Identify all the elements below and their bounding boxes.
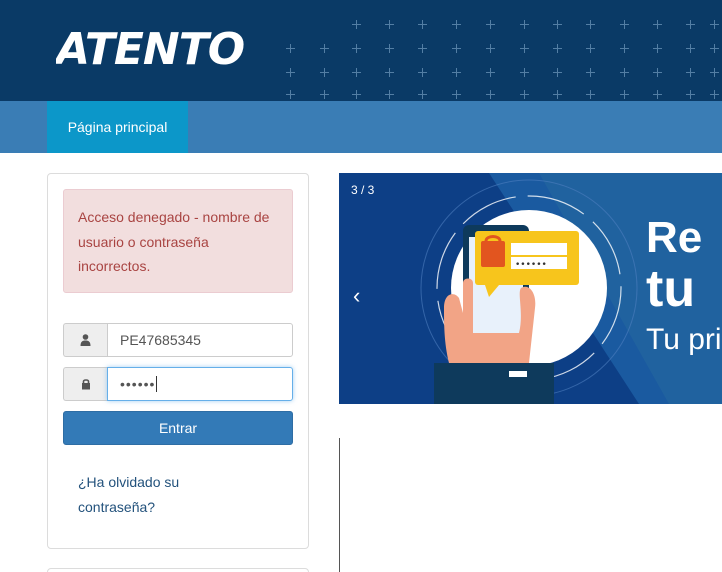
alert-message: Acceso denegado - nombre de usuario o co… [78, 209, 270, 274]
atento-logo[interactable]: ATENTO [56, 22, 252, 74]
plus-pattern-icon [452, 90, 461, 99]
slide-counter: 3 / 3 [351, 183, 375, 197]
plus-pattern-icon [486, 90, 495, 99]
plus-pattern-icon [586, 20, 595, 29]
plus-pattern-icon [653, 90, 662, 99]
user-icon [63, 323, 107, 357]
plus-pattern-icon [385, 44, 394, 53]
nav-item-label: Página principal [67, 119, 168, 135]
plus-pattern-icon [653, 44, 662, 53]
plus-pattern-icon [320, 44, 329, 53]
plus-pattern-icon [486, 68, 495, 77]
plus-pattern-icon [452, 68, 461, 77]
login-panel: Acceso denegado - nombre de usuario o co… [47, 173, 309, 549]
plus-pattern-icon [553, 90, 562, 99]
plus-pattern-icon [520, 90, 529, 99]
forgot-password-link[interactable]: ¿Ha olvidado su contraseña? [78, 470, 238, 519]
plus-pattern-icon [710, 68, 719, 77]
plus-pattern-icon [553, 68, 562, 77]
plus-pattern-icon [686, 44, 695, 53]
plus-pattern-icon [418, 44, 427, 53]
promo-carousel: •••••• 3 / 3 ‹ Re tu Tu pri [339, 173, 722, 404]
nav-item-home[interactable]: Página principal [47, 101, 188, 153]
carousel-prev-button[interactable]: ‹ [353, 283, 360, 309]
username-group: PE47685345 [63, 323, 293, 357]
username-input[interactable]: PE47685345 [107, 323, 293, 357]
plus-pattern-icon [286, 68, 295, 77]
main-navbar: Página principal [0, 101, 722, 153]
plus-pattern-icon [710, 90, 719, 99]
plus-pattern-icon [653, 68, 662, 77]
plus-pattern-icon [686, 20, 695, 29]
plus-pattern-icon [286, 90, 295, 99]
plus-pattern-icon [352, 20, 361, 29]
plus-pattern-icon [286, 44, 295, 53]
plus-pattern-icon [553, 20, 562, 29]
plus-pattern-icon [385, 90, 394, 99]
plus-pattern-icon [418, 90, 427, 99]
plus-pattern-icon [710, 20, 719, 29]
plus-pattern-icon [352, 68, 361, 77]
slide-subline: Tu pri [646, 323, 722, 356]
logo-text: ATENTO [56, 24, 244, 74]
slide-headline-2: tu [646, 260, 696, 318]
phone-password-mask: •••••• [515, 260, 547, 270]
login-button[interactable]: Entrar [63, 411, 293, 445]
secondary-panel [47, 568, 309, 572]
plus-pattern-icon [486, 44, 495, 53]
plus-pattern-icon [320, 90, 329, 99]
username-value: PE47685345 [120, 332, 201, 348]
plus-pattern-icon [520, 68, 529, 77]
forgot-password-label: ¿Ha olvidado su contraseña? [78, 474, 180, 515]
lock-icon [63, 367, 107, 401]
plus-pattern-icon [620, 20, 629, 29]
header-pattern [250, 0, 722, 101]
content-divider [339, 438, 340, 572]
plus-pattern-icon [553, 44, 562, 53]
plus-pattern-icon [586, 44, 595, 53]
slide-headline-1: Re [646, 213, 703, 262]
password-input[interactable]: •••••• [107, 367, 293, 401]
plus-pattern-icon [452, 44, 461, 53]
plus-pattern-icon [452, 20, 461, 29]
plus-pattern-icon [385, 68, 394, 77]
plus-pattern-icon [520, 20, 529, 29]
plus-pattern-icon [352, 44, 361, 53]
error-alert: Acceso denegado - nombre de usuario o co… [63, 189, 293, 293]
plus-pattern-icon [586, 90, 595, 99]
plus-pattern-icon [320, 68, 329, 77]
plus-pattern-icon [352, 90, 361, 99]
plus-pattern-icon [586, 68, 595, 77]
plus-pattern-icon [653, 20, 662, 29]
site-header: ATENTO [0, 0, 722, 101]
text-caret [156, 376, 158, 392]
plus-pattern-icon [620, 68, 629, 77]
plus-pattern-icon [620, 90, 629, 99]
plus-pattern-icon [486, 20, 495, 29]
plus-pattern-icon [710, 44, 719, 53]
plus-pattern-icon [686, 90, 695, 99]
plus-pattern-icon [418, 68, 427, 77]
plus-pattern-icon [520, 44, 529, 53]
login-button-label: Entrar [158, 420, 198, 436]
plus-pattern-icon [418, 20, 427, 29]
password-group: •••••• [63, 367, 293, 401]
plus-pattern-icon [620, 44, 629, 53]
plus-pattern-icon [385, 20, 394, 29]
plus-pattern-icon [686, 68, 695, 77]
password-value: •••••• [120, 376, 156, 392]
